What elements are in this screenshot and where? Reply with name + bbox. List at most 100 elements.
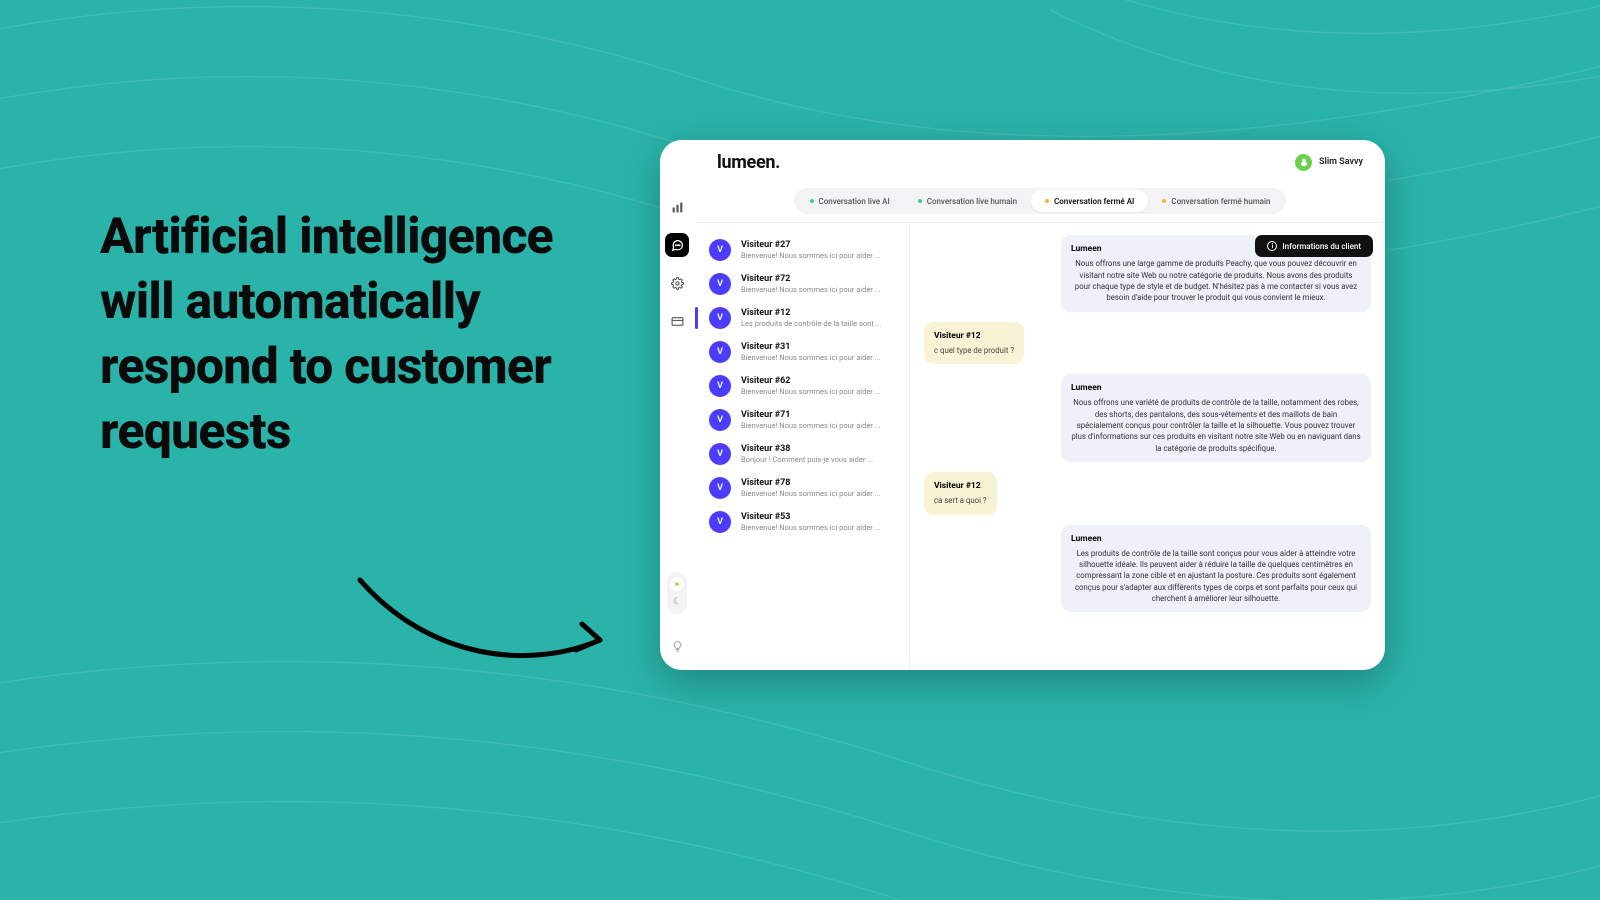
conversation-preview: Bienvenue! Nous sommes ici pour aider ..… [741,285,897,294]
visitor-avatar-icon: V [709,239,731,261]
help-icon[interactable] [667,636,687,656]
visitor-avatar-icon: V [709,511,731,533]
sun-icon: ☀ [670,577,684,591]
conversation-preview: Bienvenue! Nous sommes ici pour aider ..… [741,421,897,430]
tab-3[interactable]: Conversation fermé humain [1148,190,1284,212]
conversation-text: Visiteur #71Bienvenue! Nous sommes ici p… [741,410,897,430]
conversation-status-tabs: Conversation live AI Conversation live hu… [794,188,1287,214]
conversation-item[interactable]: V Visiteur #53Bienvenue! Nous sommes ici … [695,505,909,539]
nav-conversations[interactable] [665,233,689,257]
status-dot-icon [1162,199,1166,203]
conversation-text: Visiteur #38Bonjour ! Comment puis-je vo… [741,444,897,464]
conversation-title: Visiteur #27 [741,240,897,250]
message-block: Lumeen Nous offrons une variété de produi… [924,374,1371,462]
conversation-title: Visiteur #31 [741,342,897,352]
message-block: Lumeen Les produits de contrôle de la tai… [924,525,1371,613]
status-dot-icon [918,199,922,203]
main-area: lumeen. Slim Savvy Conversation live AIC… [695,140,1385,670]
visitor-message: Visiteur #12 c quel type de produit ? [924,322,1024,365]
message-block: Visiteur #12 c quel type de produit ? [924,322,1371,365]
tab-1[interactable]: Conversation live humain [904,190,1031,212]
message-sender: Lumeen [1071,382,1361,394]
visitor-avatar-icon: V [709,409,731,431]
status-dot-icon [1045,199,1049,203]
conversation-preview: Bienvenue! Nous sommes ici pour aider ..… [741,489,897,498]
conversation-item[interactable]: V Visiteur #12Les produits de contrôle de… [695,301,909,335]
conversation-title: Visiteur #12 [741,308,897,318]
conversation-item[interactable]: V Visiteur #38Bonjour ! Comment puis-je v… [695,437,909,471]
message-sender: Visiteur #12 [934,480,987,492]
conversation-title: Visiteur #53 [741,512,897,522]
tab-label: Conversation fermé humain [1171,197,1270,206]
conversation-item[interactable]: V Visiteur #78Bienvenue! Nous sommes ici … [695,471,909,505]
client-info-label: Informations du client [1282,242,1361,251]
visitor-avatar-icon: V [709,307,731,329]
conversation-text: Visiteur #72Bienvenue! Nous sommes ici p… [741,274,897,294]
client-info-button[interactable]: i Informations du client [1255,235,1373,257]
marketing-headline: Artificial intelligence will automatical… [100,205,620,465]
conversation-text: Visiteur #53Bienvenue! Nous sommes ici p… [741,512,897,532]
visitor-avatar-icon: V [709,477,731,499]
visitor-avatar-icon: V [709,341,731,363]
tab-label: Conversation live humain [927,197,1017,206]
conversation-text: Visiteur #31Bienvenue! Nous sommes ici p… [741,342,897,362]
conversation-preview: Les produits de contrôle de la taille so… [741,319,897,328]
conversation-preview: Bienvenue! Nous sommes ici pour aider ..… [741,523,897,532]
message-body: Nous offrons une variété de produits de … [1071,397,1361,453]
theme-toggle[interactable]: ☀ ☾ [667,572,687,614]
message-body: c quel type de produit ? [934,345,1014,356]
nav-analytics[interactable] [665,195,689,219]
user-menu[interactable]: Slim Savvy [1295,154,1363,171]
visitor-avatar-icon: V [709,273,731,295]
message-body: Les produits de contrôle de la taille so… [1071,548,1361,604]
message-body: ca sert a quoi ? [934,495,987,506]
conversation-preview: Bienvenue! Nous sommes ici pour aider ..… [741,353,897,362]
agent-message: Lumeen Les produits de contrôle de la tai… [1061,525,1371,613]
user-avatar-icon [1295,154,1312,171]
status-dot-icon [810,199,814,203]
conversation-title: Visiteur #38 [741,444,897,454]
topbar: lumeen. Slim Savvy [695,140,1385,184]
conversation-title: Visiteur #78 [741,478,897,488]
arrow-icon [350,560,630,680]
visitor-message: Visiteur #12 ca sert a quoi ? [924,472,997,515]
conversation-item[interactable]: V Visiteur #71Bienvenue! Nous sommes ici … [695,403,909,437]
moon-icon: ☾ [670,595,684,609]
conversation-list: VVisiteur #27Bienvenue! Nous sommes ici … [695,223,910,670]
conversation-item[interactable]: V Visiteur #72Bienvenue! Nous sommes ici … [695,267,909,301]
conversation-title: Visiteur #62 [741,376,897,386]
app-window: ☀ ☾ lumeen. Slim Savvy Conversation live… [660,140,1385,670]
tab-label: Conversation live AI [819,197,890,206]
nav-billing[interactable] [665,309,689,333]
conversation-preview: Bienvenue! Nous sommes ici pour aider ..… [741,251,897,260]
nav-settings[interactable] [665,271,689,295]
conversation-item[interactable]: V Visiteur #62Bienvenue! Nous sommes ici … [695,369,909,403]
visitor-avatar-icon: V [709,443,731,465]
message-sender: Lumeen [1071,533,1361,545]
tab-label: Conversation fermé AI [1054,197,1134,206]
tab-2[interactable]: Conversation fermé AI [1031,190,1148,212]
info-icon: i [1267,241,1277,251]
content-area: VVisiteur #27Bienvenue! Nous sommes ici … [695,222,1385,670]
sidebar: ☀ ☾ [660,140,695,670]
tabbar-row: Conversation live AI Conversation live hu… [695,184,1385,222]
agent-message: Lumeen Nous offrons une variété de produi… [1061,374,1371,462]
conversation-preview: Bienvenue! Nous sommes ici pour aider ..… [741,387,897,396]
conversation-item[interactable]: V Visiteur #27Bienvenue! Nous sommes ici … [695,233,909,267]
brand-logo: lumeen. [717,152,780,173]
conversation-text: Visiteur #62Bienvenue! Nous sommes ici p… [741,376,897,396]
message-body: Nous offrons une large gamme de produits… [1071,258,1361,303]
chat-area: i Informations du client Lumeen Nous offr… [910,223,1385,670]
visitor-avatar-icon: V [709,375,731,397]
conversation-item[interactable]: V Visiteur #31Bienvenue! Nous sommes ici … [695,335,909,369]
conversation-text: Visiteur #12Les produits de contrôle de … [741,308,897,328]
tab-0[interactable]: Conversation live AI [796,190,904,212]
conversation-title: Visiteur #72 [741,274,897,284]
conversation-text: Visiteur #27Bienvenue! Nous sommes ici p… [741,240,897,260]
conversation-preview: Bonjour ! Comment puis-je vous aider ... [741,455,897,464]
message-block: Visiteur #12 ca sert a quoi ? [924,472,1371,515]
message-sender: Visiteur #12 [934,330,1014,342]
user-name: Slim Savvy [1319,157,1363,167]
conversation-title: Visiteur #71 [741,410,897,420]
conversation-text: Visiteur #78Bienvenue! Nous sommes ici p… [741,478,897,498]
